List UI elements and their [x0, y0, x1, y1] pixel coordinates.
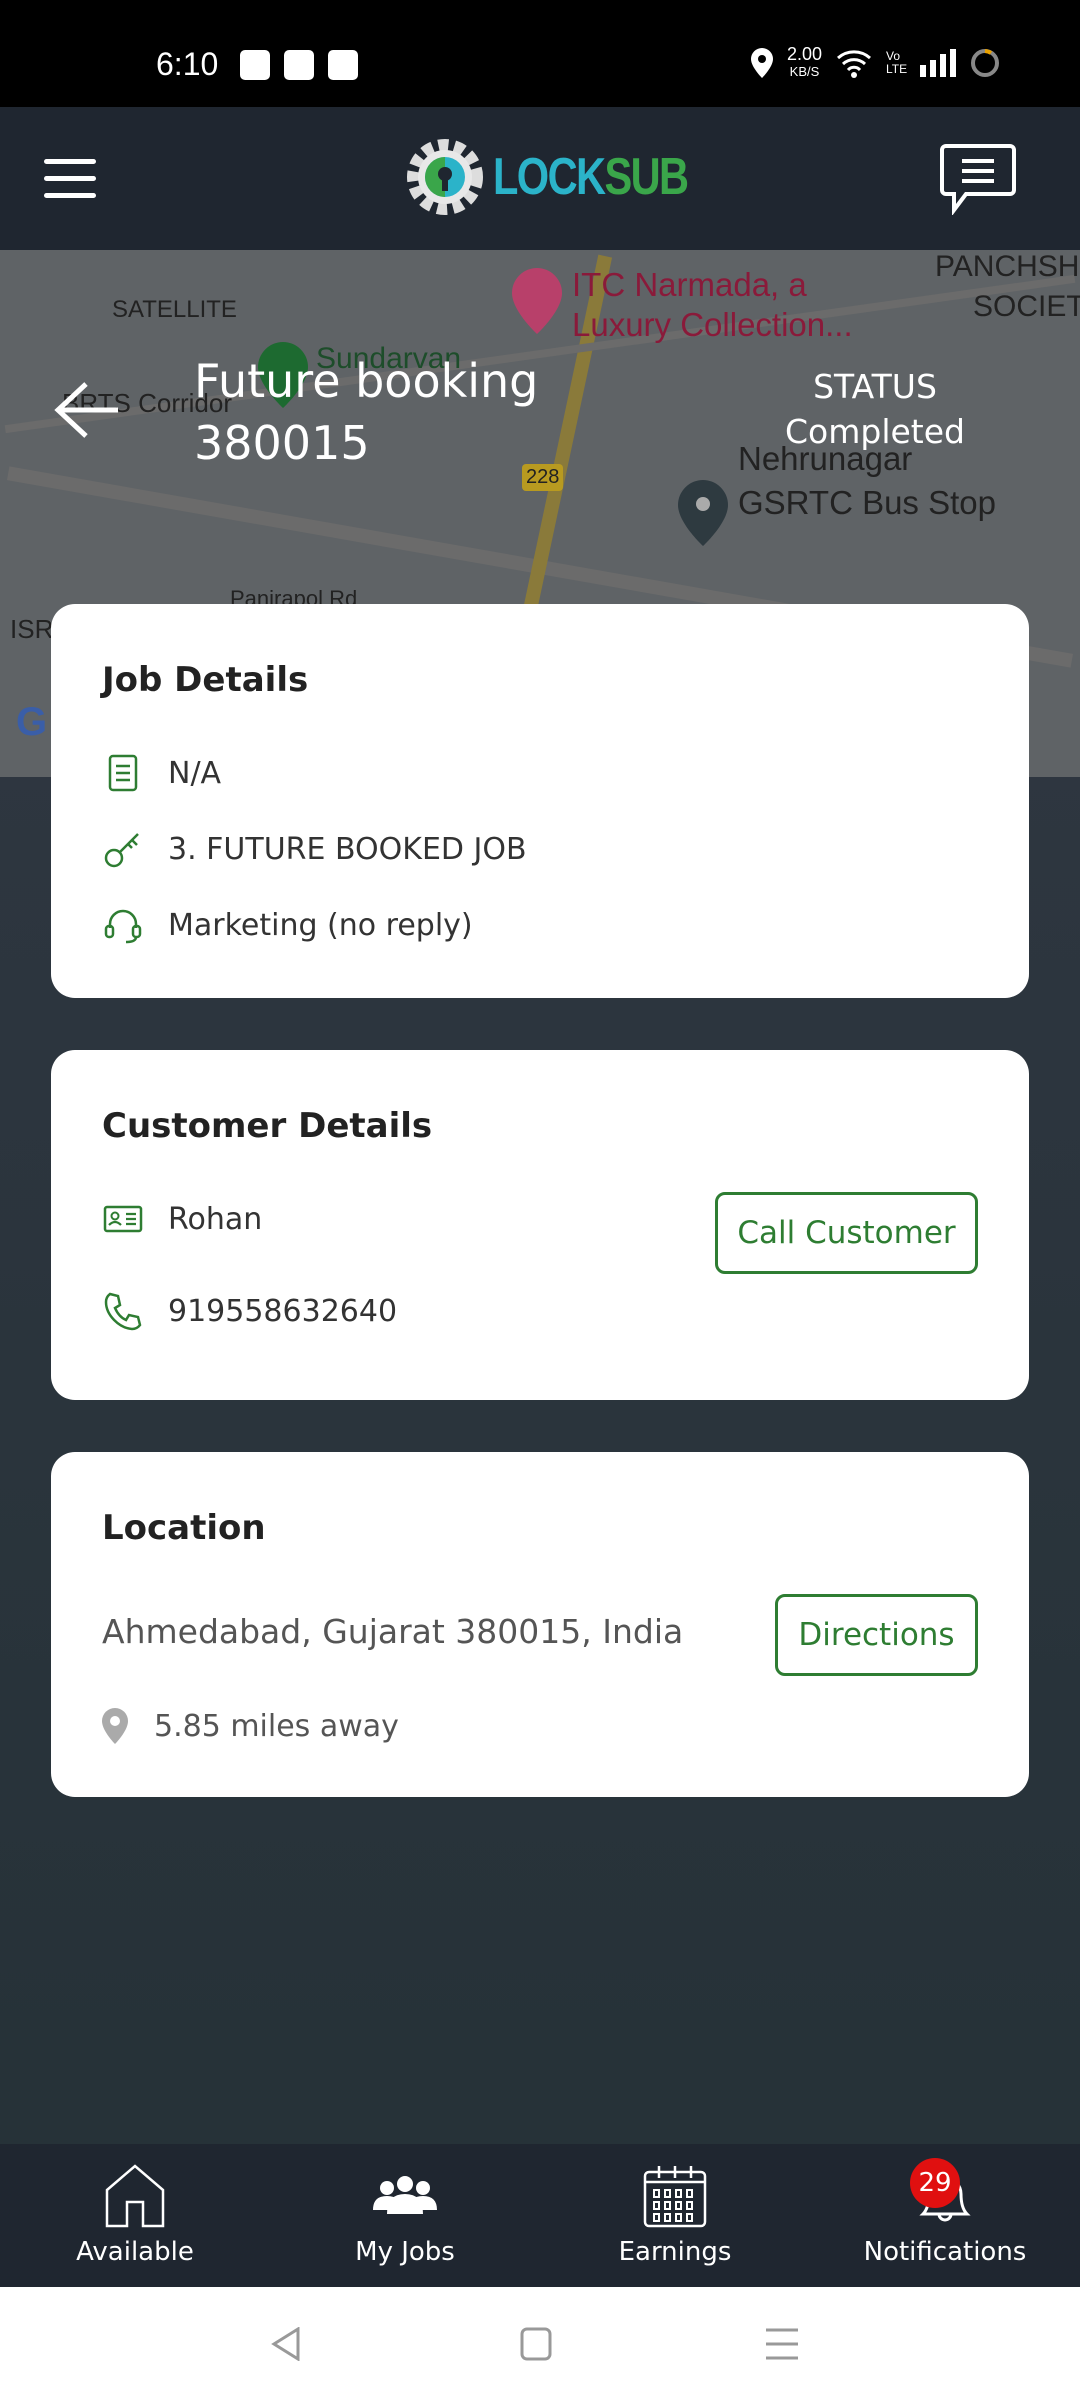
signal-icon [920, 49, 956, 77]
map-label: GSRTC Bus Stop [738, 484, 996, 521]
group-icon [373, 2176, 437, 2214]
card-title: Job Details [102, 660, 309, 700]
customer-name: Rohan [168, 1201, 263, 1237]
customer-details-card: Customer Details Rohan Call Customer 919… [51, 1050, 1029, 1400]
system-nav-bar [0, 2287, 1080, 2400]
recents-nav-icon[interactable] [766, 2327, 798, 2361]
map-label: Luxury Collection... [572, 306, 853, 343]
card-title: Location [102, 1508, 266, 1548]
gear-lock-icon [407, 139, 483, 215]
job-notes-row: N/A [102, 752, 221, 794]
status-bar: 6:10 2.00 KB/S Vo LTE [0, 0, 1080, 107]
nav-label: Available [76, 2237, 194, 2267]
google-logo: G [16, 700, 48, 744]
notification-badge: 29 [910, 2158, 960, 2208]
back-nav-icon[interactable] [270, 2327, 302, 2361]
customer-phone[interactable]: 919558632640 [168, 1294, 397, 1329]
map-label: SATELLITE [112, 296, 237, 323]
battery-icon [971, 49, 999, 77]
calendar-icon [643, 2166, 707, 2228]
nav-earnings[interactable]: Earnings [540, 2144, 810, 2287]
menu-icon[interactable] [44, 159, 96, 210]
home-icon [105, 2164, 165, 2228]
volte-icon: Vo LTE [886, 49, 908, 76]
location-pin-icon [102, 1708, 128, 1744]
logo-text-sub: SUB [604, 148, 689, 206]
logo-text-lock: LOCK [493, 148, 606, 206]
clock: 6:10 [156, 46, 219, 82]
locksub-logo: LOCKSUB [405, 137, 736, 217]
nav-my-jobs[interactable]: My Jobs [270, 2144, 540, 2287]
headset-icon [104, 909, 142, 944]
chat-icon[interactable] [940, 143, 1016, 215]
app-icon [284, 50, 314, 80]
address: Ahmedabad, Gujarat 380015, India [102, 1612, 683, 1651]
job-zip: 380015 [194, 416, 370, 470]
job-source: Marketing (no reply) [168, 907, 473, 943]
job-notes: N/A [168, 755, 222, 791]
bus-stop-pin-icon [678, 480, 728, 546]
system-icons: 2.00 KB/S Vo LTE [750, 44, 1000, 80]
app-icon [328, 50, 358, 80]
app-icon [240, 50, 270, 80]
home-nav-icon[interactable] [520, 2327, 552, 2361]
customer-name-row: Rohan [102, 1198, 262, 1240]
job-source-row: Marketing (no reply) [102, 904, 473, 946]
job-title: Future booking 380015 [194, 350, 538, 474]
phone-icon [104, 1292, 142, 1331]
key-icon [104, 833, 139, 868]
job-type: 3. FUTURE BOOKED JOB [168, 831, 527, 867]
app-header: LOCKSUB [0, 107, 1080, 250]
bottom-nav: Available My Jobs Earnings 29 Notificati… [0, 2144, 1080, 2287]
nav-label: Notifications [863, 2237, 1027, 2267]
call-customer-button[interactable]: Call Customer [715, 1192, 978, 1274]
location-icon [750, 48, 773, 78]
nav-label: Earnings [618, 2237, 732, 2267]
wifi-icon [837, 50, 871, 78]
location-card: Location Ahmedabad, Gujarat 380015, Indi… [51, 1452, 1029, 1797]
map-label: ITC Narmada, a [572, 266, 807, 303]
map-label: PANCHSH [935, 250, 1080, 283]
nav-available[interactable]: Available [0, 2144, 270, 2287]
directions-button[interactable]: Directions [775, 1594, 978, 1676]
net-speed: 2.00 [786, 44, 822, 64]
status-label: STATUS [813, 367, 937, 406]
document-icon [108, 754, 138, 792]
nav-notifications[interactable]: 29 Notifications [810, 2144, 1080, 2287]
status-value: Completed [785, 412, 965, 451]
map-label: ISR [10, 614, 54, 644]
hotel-pin-icon [512, 268, 562, 334]
notification-icons [240, 50, 358, 80]
job-details-card: Job Details N/A 3. FUTURE BOOKED JOB Mar… [51, 604, 1029, 998]
job-type-row: 3. FUTURE BOOKED JOB [102, 828, 527, 870]
card-title: Customer Details [102, 1106, 433, 1146]
distance-text: 5.85 miles away [154, 1708, 399, 1744]
job-title-line: Future booking [194, 354, 539, 408]
distance-row: 5.85 miles away [102, 1708, 399, 1744]
id-card-icon [103, 1205, 143, 1233]
customer-phone-row: 919558632640 [102, 1290, 397, 1332]
address-text: Ahmedabad, Gujarat 380015, India [102, 1612, 684, 1651]
net-unit: KB/S [789, 64, 820, 79]
map-label: SOCIET [973, 290, 1080, 323]
job-status: STATUS Completed [770, 364, 980, 454]
nav-label: My Jobs [355, 2237, 455, 2267]
back-arrow-icon[interactable] [52, 380, 122, 440]
